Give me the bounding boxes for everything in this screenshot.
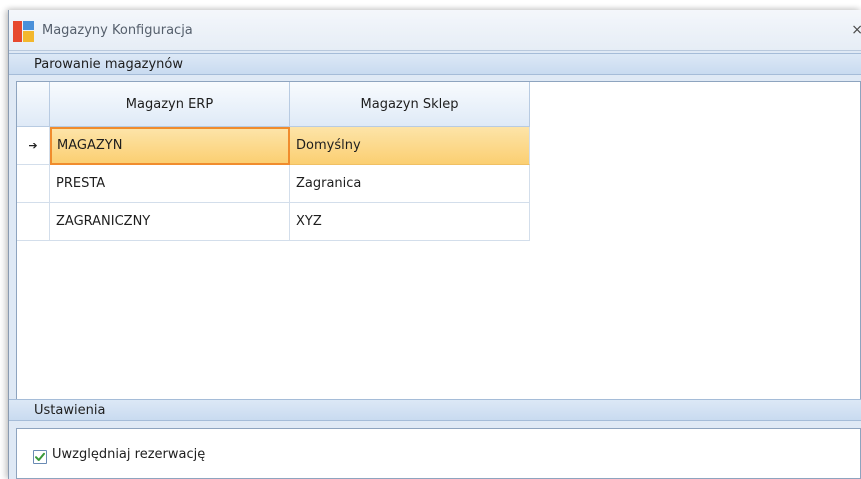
table-row[interactable]: PRESTA Zagranica [17,165,530,203]
config-window: Magazyny Konfiguracja × Parowanie magazy… [8,10,861,479]
row-indicator [17,203,50,241]
row-indicator [17,165,50,203]
checkmark-icon [35,452,45,461]
cell-erp[interactable]: PRESTA [50,165,290,203]
cell-erp[interactable]: ZAGRANICZNY [50,203,290,241]
pairing-section-header: Parowanie magazynów [9,53,861,75]
reservation-checkbox-label[interactable]: Uwzględniaj rezerwację [52,447,205,462]
column-header-erp[interactable]: Magazyn ERP [50,82,290,127]
settings-panel: Uwzględniaj rezerwację [16,428,861,479]
cell-sklep[interactable]: Zagranica [290,165,530,203]
arrow-right-icon: ➔ [28,139,38,152]
row-indicator: ➔ [17,127,50,165]
window-title: Magazyny Konfiguracja [42,23,193,38]
cell-sklep[interactable]: Domyślny [290,127,530,165]
cell-sklep[interactable]: XYZ [290,203,530,241]
warehouse-grid-area[interactable]: Magazyn ERP Magazyn Sklep ➔ MAGAZYN Domy… [16,81,861,400]
pairing-section-title: Parowanie magazynów [34,57,184,72]
app-logo-icon [13,21,34,42]
header-indicator-cell [17,82,50,127]
close-icon[interactable]: × [851,22,861,38]
title-bar[interactable]: Magazyny Konfiguracja × [9,10,861,51]
reservation-checkbox[interactable] [33,450,47,464]
settings-section-title: Ustawienia [34,403,106,418]
cell-erp[interactable]: MAGAZYN [50,127,290,165]
table-row[interactable]: ➔ MAGAZYN Domyślny [17,127,530,165]
grid-header: Magazyn ERP Magazyn Sklep [17,82,530,127]
table-row[interactable]: ZAGRANICZNY XYZ [17,203,530,241]
column-header-sklep[interactable]: Magazyn Sklep [290,82,530,127]
settings-section-header: Ustawienia [9,399,861,421]
warehouse-grid[interactable]: Magazyn ERP Magazyn Sklep ➔ MAGAZYN Domy… [17,82,530,241]
